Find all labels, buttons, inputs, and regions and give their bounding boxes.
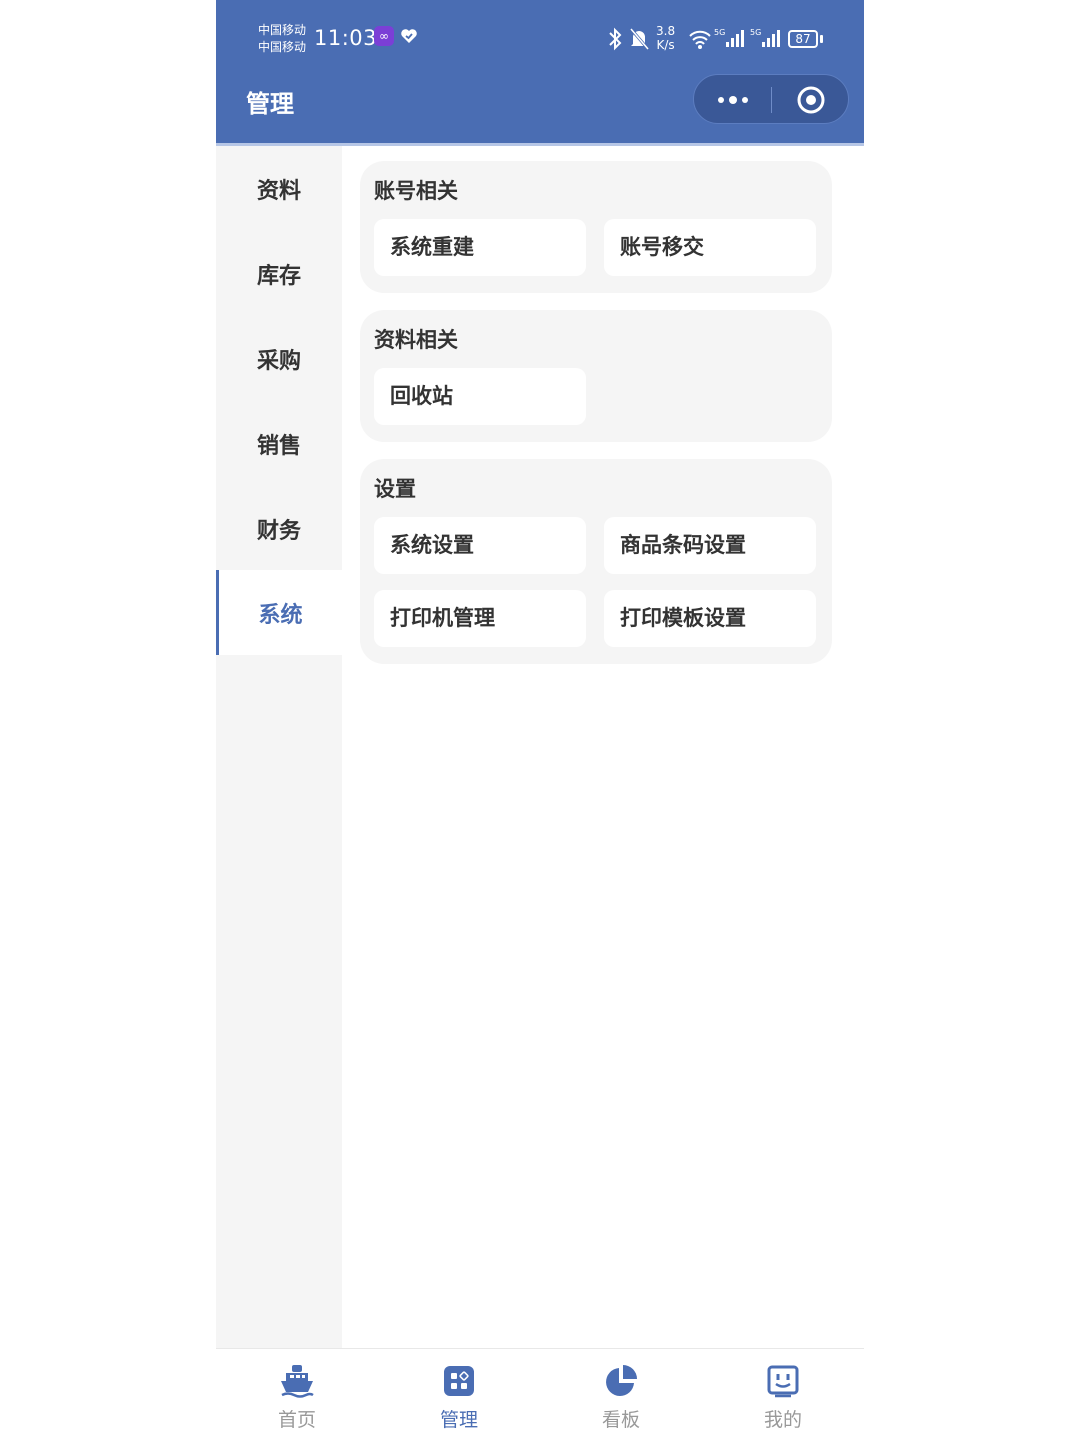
bluetooth-icon (606, 26, 624, 56)
tab-label: 管理 (439, 1409, 478, 1431)
carrier-labels: 中国移动 中国移动 (258, 22, 306, 56)
sidebar-item-label: 库存 (256, 263, 301, 289)
bottom-tab-bar: 首页 管理 看板 我的 (216, 1348, 864, 1439)
sidebar-item-label: 销售 (256, 433, 301, 459)
tab-label: 首页 (277, 1409, 316, 1431)
category-sidebar: 资料 库存 采购 销售 财务 系统 (216, 146, 342, 1349)
grid-icon (441, 1363, 477, 1399)
sidebar-item-label: 采购 (256, 348, 301, 374)
sidebar-item-inventory[interactable]: 库存 (216, 231, 342, 316)
battery-indicator: 87 (788, 30, 818, 48)
heart-shield-icon (399, 26, 419, 50)
section-data: 资料相关 回收站 (360, 310, 832, 442)
barcode-settings-button[interactable]: 商品条码设置 (604, 517, 816, 574)
carrier-1: 中国移动 (258, 23, 307, 37)
svg-text:5G: 5G (714, 28, 725, 37)
mini-program-capsule (693, 74, 849, 124)
recycle-bin-button[interactable]: 回收站 (374, 368, 586, 425)
carrier-2: 中国移动 (258, 40, 307, 54)
svg-text:∞: ∞ (379, 29, 389, 43)
battery-tip (820, 35, 823, 43)
section-title: 设置 (374, 477, 416, 501)
target-circle-icon[interactable] (796, 85, 826, 119)
tab-label: 我的 (763, 1409, 802, 1431)
sidebar-item-system[interactable]: 系统 (216, 570, 342, 655)
pie-chart-icon (603, 1363, 639, 1399)
sidebar-item-label: 系统 (258, 602, 303, 628)
sidebar-item-finance[interactable]: 财务 (216, 486, 342, 571)
section-title: 资料相关 (374, 328, 458, 352)
sidebar-item-profile[interactable]: 资料 (216, 146, 342, 231)
section-account: 账号相关 系统重建 账号移交 (360, 161, 832, 293)
tab-label: 看板 (601, 1409, 640, 1431)
header-bar: 中国移动 中国移动 11:03 ∞ 3.8 K/s 5G 5G 87 管理 (216, 0, 864, 146)
smiley-box-icon (765, 1363, 801, 1399)
tab-mine[interactable]: 我的 (702, 1349, 864, 1439)
tab-manage[interactable]: 管理 (378, 1349, 540, 1439)
infinity-app-icon: ∞ (374, 26, 394, 50)
sidebar-item-sales[interactable]: 销售 (216, 401, 342, 486)
section-title: 账号相关 (374, 179, 458, 203)
signal-5g-icon-1: 5G (714, 26, 746, 54)
net-speed-value: 3.8 (656, 24, 676, 38)
status-time: 11:03 (314, 26, 378, 50)
tab-home[interactable]: 首页 (216, 1349, 378, 1439)
system-settings-button[interactable]: 系统设置 (374, 517, 586, 574)
signal-5g-icon-2: 5G (750, 26, 782, 54)
account-transfer-button[interactable]: 账号移交 (604, 219, 816, 276)
more-dots-icon[interactable] (716, 90, 750, 114)
section-settings: 设置 系统设置 商品条码设置 打印机管理 打印模板设置 (360, 459, 832, 664)
sidebar-item-purchase[interactable]: 采购 (216, 316, 342, 401)
system-rebuild-button[interactable]: 系统重建 (374, 219, 586, 276)
net-speed-unit: K/s (656, 38, 675, 52)
network-speed: 3.8 K/s (656, 24, 675, 52)
tab-dashboard[interactable]: 看板 (540, 1349, 702, 1439)
mute-bell-icon (628, 26, 650, 56)
svg-text:5G: 5G (750, 28, 761, 37)
sidebar-item-label: 资料 (256, 178, 301, 204)
status-bar: 中国移动 中国移动 11:03 ∞ 3.8 K/s 5G 5G 87 (216, 0, 864, 72)
printer-management-button[interactable]: 打印机管理 (374, 590, 586, 647)
phone-screen: 中国移动 中国移动 11:03 ∞ 3.8 K/s 5G 5G 87 管理 资料… (216, 0, 864, 1439)
wifi-icon (688, 28, 712, 54)
sidebar-item-label: 财务 (256, 518, 301, 544)
capsule-divider (771, 87, 772, 113)
ship-icon (279, 1363, 315, 1399)
page-title: 管理 (246, 90, 294, 118)
print-template-settings-button[interactable]: 打印模板设置 (604, 590, 816, 647)
